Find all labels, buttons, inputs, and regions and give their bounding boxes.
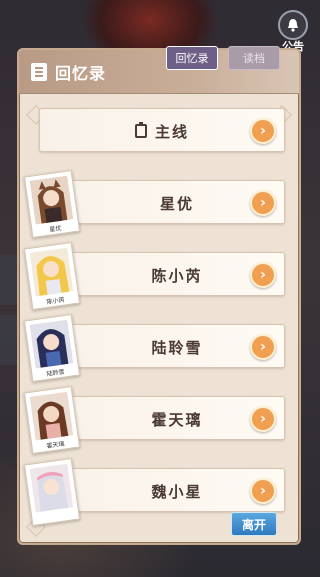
tab-load-save[interactable]: 读档 — [228, 46, 280, 70]
chevron-right-icon[interactable]: › — [250, 262, 276, 288]
list-item-character[interactable]: 陈小芮 陈小芮 › — [23, 241, 285, 311]
character-portrait: 陆聆雪 — [23, 313, 81, 383]
chevron-right-icon[interactable]: › — [250, 334, 276, 360]
panel-title: 回忆录 — [55, 64, 107, 83]
character-portrait: 霍天璃 — [23, 385, 81, 455]
chevron-right-icon[interactable]: › — [250, 478, 276, 504]
clipboard-icon — [134, 122, 147, 138]
row-label: 霍天璃 — [151, 410, 203, 429]
list-item-character[interactable]: 星优 星优 › — [23, 169, 285, 239]
list-item-main-story[interactable]: 主线 › — [39, 108, 285, 152]
row-label: 魏小星 — [151, 482, 203, 501]
character-portrait — [23, 457, 81, 527]
row-label: 陆聆雪 — [151, 338, 203, 357]
leave-button[interactable]: 离开 — [231, 512, 277, 536]
list-item-character[interactable]: 霍天璃 霍天璃 › — [23, 385, 285, 455]
tab-memories[interactable]: 回忆录 — [166, 46, 218, 70]
portrait-caption — [33, 518, 79, 524]
chevron-right-icon[interactable]: › — [250, 190, 276, 216]
row-label: 陈小芮 — [151, 266, 203, 285]
row-label: 主线 — [154, 122, 189, 141]
chevron-right-icon[interactable]: › — [250, 406, 276, 432]
memory-panel: 回忆录 主线 › 星优 星优 › 陈小芮 陈小芮 › 陆聆雪 陆聆雪 › 霍天璃… — [17, 48, 301, 545]
bell-icon — [278, 10, 308, 40]
chevron-right-icon[interactable]: › — [250, 118, 276, 144]
character-portrait: 陈小芮 — [23, 241, 81, 311]
row-label: 星优 — [159, 194, 194, 213]
panel-tabs: 回忆录 读档 — [166, 46, 280, 70]
memory-book-icon — [31, 63, 47, 81]
list-item-character[interactable]: 陆聆雪 陆聆雪 › — [23, 313, 285, 383]
character-portrait: 星优 — [23, 169, 81, 239]
list-item-character[interactable]: 魏小星 › — [23, 457, 285, 527]
